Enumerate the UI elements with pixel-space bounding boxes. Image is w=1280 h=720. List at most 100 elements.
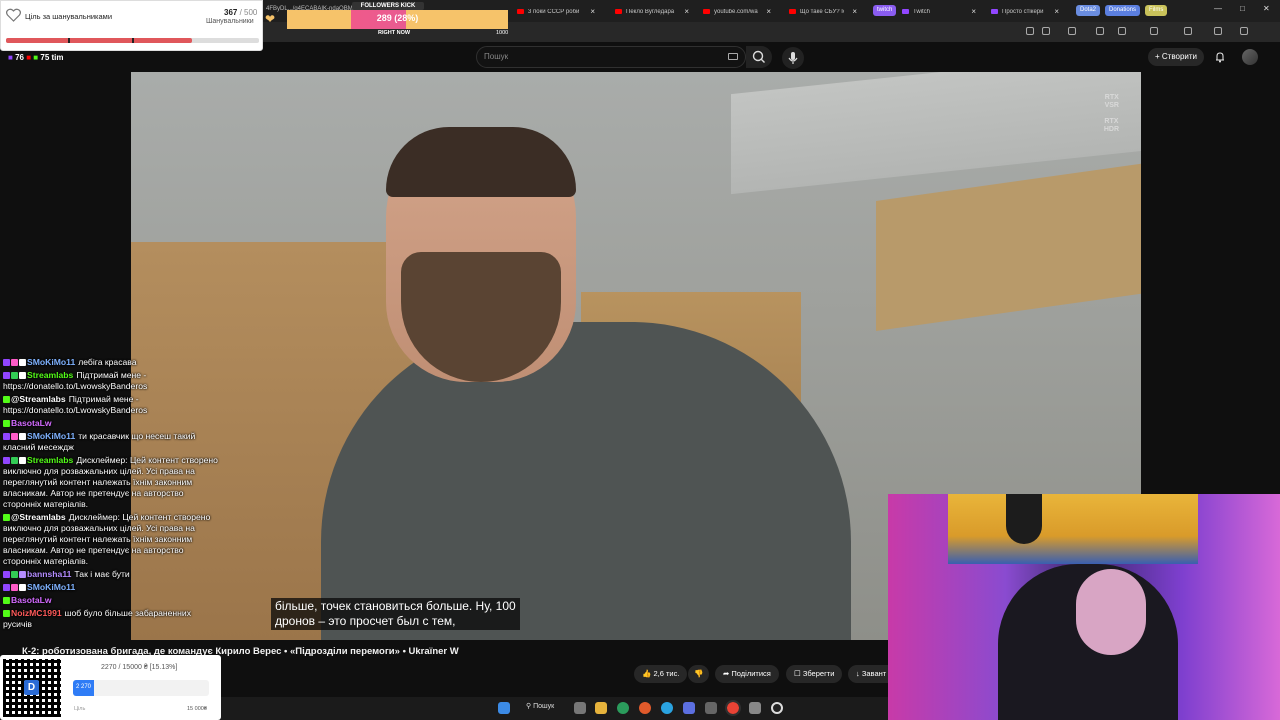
webcam-streamer-face	[1076, 569, 1146, 655]
browser-tab[interactable]: 3 поки СССР роби ×	[511, 3, 601, 20]
discord-icon[interactable]	[683, 702, 695, 714]
notifications-bell-icon[interactable]	[1214, 51, 1226, 63]
webcam-flag	[948, 494, 1198, 564]
dislike-button[interactable]: 👎	[688, 665, 710, 683]
bookmark-chip[interactable]: Donations	[1105, 5, 1141, 16]
close-window-icon[interactable]: ✕	[1263, 4, 1270, 13]
share-label: Поділитися	[731, 669, 771, 678]
chat-text: лебіга красава	[78, 357, 137, 367]
tw-badge-icon	[3, 433, 10, 441]
file-explorer-icon[interactable]	[595, 702, 607, 714]
chat-username[interactable]: BasotaLw	[11, 418, 52, 428]
bookmark-chip[interactable]: Films	[1145, 5, 1168, 16]
kick-heart-icon: ❤	[265, 12, 276, 26]
video-scene-corkboard	[876, 163, 1141, 331]
search-input[interactable]: Пошук	[484, 52, 508, 61]
close-tab-icon[interactable]: ×	[766, 7, 771, 16]
chat-username[interactable]: SMoKiMo11	[27, 431, 75, 441]
close-tab-icon[interactable]: ×	[1054, 7, 1059, 16]
menu-icon[interactable]	[1214, 27, 1222, 35]
minimize-icon[interactable]: —	[1214, 4, 1222, 13]
video-subtitle: більше, точек становиться больше. Ну, 10…	[271, 598, 520, 630]
tw-badge-icon	[3, 457, 10, 465]
share-button[interactable]: ➦ Поділитися	[715, 665, 779, 683]
maximize-icon[interactable]: □	[1240, 4, 1245, 13]
chat-username[interactable]: @Streamlabs	[11, 394, 66, 404]
start-icon[interactable]	[498, 702, 510, 714]
like-button[interactable]: 👍 2,6 тис.	[634, 665, 688, 683]
chat-username[interactable]: bannsha11	[27, 569, 71, 579]
chat-username[interactable]: NoizMC1991	[11, 608, 62, 618]
chrome-icon[interactable]	[725, 700, 741, 716]
goal-current: 367	[224, 8, 238, 17]
save-button[interactable]: ☐ Зберегти	[786, 665, 843, 683]
close-tab-icon[interactable]: ×	[590, 7, 595, 16]
browser-tab[interactable]: Просто стікери ×	[985, 3, 1065, 20]
browser-tab-label: Twitch	[913, 8, 931, 15]
video-person-hair	[386, 127, 576, 197]
install-icon[interactable]	[1026, 27, 1034, 35]
chat-username[interactable]: SMoKiMo11	[27, 582, 75, 592]
webcam-emblem	[1006, 494, 1042, 544]
create-button[interactable]: + Створити	[1148, 48, 1205, 66]
chat-username[interactable]: BasotaLw	[11, 595, 52, 605]
app-icon[interactable]	[705, 702, 717, 714]
task-view-icon[interactable]	[574, 702, 586, 714]
yt-badge-icon	[19, 457, 26, 465]
donation-progress-fill: 2 270	[73, 680, 94, 696]
account-avatar[interactable]	[1242, 49, 1258, 65]
goal-tick	[132, 38, 134, 43]
obs-icon[interactable]	[771, 702, 783, 714]
extension-icon[interactable]	[1068, 27, 1076, 35]
youtube-brand-partial: tim	[51, 53, 64, 62]
keyboard-icon[interactable]	[728, 53, 738, 60]
youtube-icon	[703, 9, 710, 14]
kick-badge-icon	[3, 420, 10, 428]
close-tab-icon[interactable]: ×	[971, 7, 976, 16]
settings-icon[interactable]	[749, 702, 761, 714]
chat-message: Streamlabs Дисклеймер: Цей контент створе…	[3, 455, 218, 510]
webcam-feed	[888, 494, 1280, 720]
browser-tab[interactable]: Пекло Вугледара ×	[609, 3, 695, 20]
taskbar-search[interactable]: ⚲ Пошук	[520, 702, 560, 714]
heart-badge-icon	[11, 359, 18, 366]
browser-tab-label: Просто стікери	[1002, 8, 1044, 15]
extension-icon[interactable]	[1150, 27, 1158, 35]
extension-icon[interactable]	[1184, 27, 1192, 35]
edge-icon[interactable]	[617, 702, 629, 714]
download-button[interactable]: ↓ Завант	[848, 665, 890, 683]
save-label: Зберегти	[802, 669, 835, 678]
bookmark-chip[interactable]: twitch	[873, 5, 897, 16]
chat-username[interactable]: Streamlabs	[27, 455, 73, 465]
browser-tab[interactable]: youtube.com/watc ×	[697, 3, 777, 20]
donation-progress-bar: 2 270	[73, 680, 209, 696]
check-badge-icon	[11, 570, 18, 578]
voice-search-button[interactable]	[782, 47, 804, 69]
profile-icon[interactable]	[1240, 27, 1248, 35]
search-box[interactable]	[476, 46, 746, 68]
kick-viewer-count: 75	[40, 53, 50, 62]
extension-icon[interactable]	[1118, 27, 1126, 35]
chat-username[interactable]: Streamlabs	[27, 370, 73, 380]
followers-kick-label: FOLLOWERS KICK	[352, 2, 424, 10]
bookmark-star-icon[interactable]	[1042, 27, 1050, 35]
chat-message: Streamlabs Підтримай мене - https://donat…	[3, 370, 218, 392]
browser-tab[interactable]: Twitch ×	[896, 3, 982, 20]
search-button[interactable]	[746, 46, 772, 68]
firefox-icon[interactable]	[639, 702, 651, 714]
close-tab-icon[interactable]: ×	[852, 7, 857, 16]
telegram-icon[interactable]	[661, 702, 673, 714]
browser-tab[interactable]: Що таке СБУ? Ісю ×	[783, 3, 863, 20]
download-label: Завант	[861, 669, 887, 678]
create-label: Створити	[1161, 52, 1198, 61]
chat-message: @Streamlabs Дисклеймер: Цей контент створ…	[3, 512, 218, 567]
bookmark-chip[interactable]: Dota2	[1076, 5, 1101, 16]
twitch-icon	[902, 9, 909, 14]
close-tab-icon[interactable]: ×	[684, 7, 689, 16]
chat-username[interactable]: @Streamlabs	[11, 512, 66, 522]
goal-title: Ціль за шанувальниками	[25, 12, 113, 21]
chat-username[interactable]: SMoKiMo11	[27, 357, 75, 367]
extension-icon[interactable]	[1096, 27, 1104, 35]
kick-badge-icon	[3, 596, 10, 604]
followers-kick-max: 1000	[496, 30, 509, 36]
